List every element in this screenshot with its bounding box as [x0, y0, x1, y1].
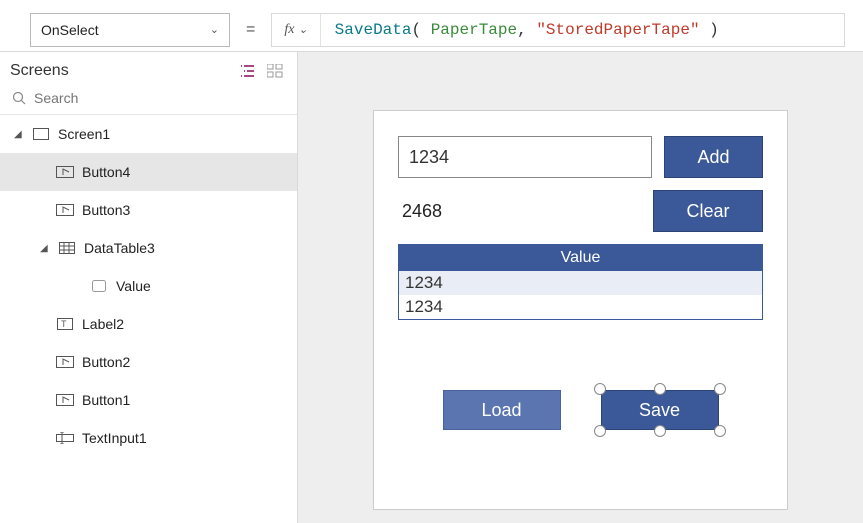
resize-handle[interactable] — [594, 425, 606, 437]
resize-handle[interactable] — [714, 425, 726, 437]
formula-bar: OnSelect ⌄ = fx ⌄ SaveData( PaperTape, "… — [0, 0, 863, 52]
button-icon — [56, 393, 74, 407]
formula-input[interactable]: fx ⌄ SaveData( PaperTape, "StoredPaperTa… — [271, 13, 845, 47]
button-icon — [56, 165, 74, 179]
table-row: 1234 — [399, 295, 762, 319]
datatable-icon — [58, 241, 76, 255]
chevron-down-icon: ⌄ — [298, 23, 307, 36]
property-dropdown[interactable]: OnSelect ⌄ — [30, 13, 230, 47]
resize-handle[interactable] — [654, 383, 666, 395]
data-table[interactable]: Value 1234 1234 — [398, 244, 763, 320]
svg-text:T: T — [61, 319, 67, 329]
tree-panel: Screens ◢ Screen1 — [0, 52, 298, 523]
table-row: 1234 — [399, 271, 762, 295]
result-label: 2468 — [402, 201, 653, 222]
panel-title: Screens — [10, 62, 69, 80]
tree-item-button3[interactable]: Button3 — [0, 191, 297, 229]
app-preview: Add 2468 Clear Value 1234 1234 Load Save — [373, 110, 788, 510]
textinput-icon — [56, 431, 74, 445]
tree-item-datatable3[interactable]: ◢ DataTable3 — [0, 229, 297, 267]
tree-item-value[interactable]: Value — [0, 267, 297, 305]
resize-handle[interactable] — [594, 383, 606, 395]
tree-item-button2[interactable]: Button2 — [0, 343, 297, 381]
search-input[interactable] — [0, 86, 297, 115]
tree-view: ◢ Screen1 Button4 Button3 ◢ DataTable3 V… — [0, 115, 297, 457]
save-button[interactable]: Save — [601, 390, 719, 430]
button-icon — [56, 203, 74, 217]
collapse-icon[interactable]: ◢ — [14, 129, 24, 140]
formula-text[interactable]: SaveData( PaperTape, "StoredPaperTape" ) — [321, 14, 733, 46]
tree-item-label2[interactable]: T Label2 — [0, 305, 297, 343]
selected-control[interactable]: Save — [601, 390, 719, 430]
tree-item-screen1[interactable]: ◢ Screen1 — [0, 115, 297, 153]
button-icon — [56, 355, 74, 369]
property-name: OnSelect — [41, 22, 99, 38]
design-canvas[interactable]: Add 2468 Clear Value 1234 1234 Load Save — [298, 52, 863, 523]
search-icon — [12, 91, 26, 105]
add-button[interactable]: Add — [664, 136, 763, 178]
tree-item-button1[interactable]: Button1 — [0, 381, 297, 419]
resize-handle[interactable] — [654, 425, 666, 437]
equals-label: = — [246, 21, 255, 39]
tree-list-icon[interactable] — [241, 64, 257, 78]
label-icon: T — [56, 317, 74, 331]
tree-item-textinput1[interactable]: TextInput1 — [0, 419, 297, 457]
column-icon — [90, 279, 108, 293]
resize-handle[interactable] — [714, 383, 726, 395]
thumbnail-view-icon[interactable] — [267, 64, 283, 78]
load-button[interactable]: Load — [443, 390, 561, 430]
number-input[interactable] — [398, 136, 652, 178]
fx-icon[interactable]: fx ⌄ — [272, 14, 320, 46]
collapse-icon[interactable]: ◢ — [40, 243, 50, 254]
tree-item-button4[interactable]: Button4 — [0, 153, 297, 191]
clear-button[interactable]: Clear — [653, 190, 763, 232]
search-field[interactable] — [34, 90, 285, 106]
table-header: Value — [399, 245, 762, 271]
chevron-down-icon: ⌄ — [210, 23, 219, 36]
screen-icon — [32, 127, 50, 141]
